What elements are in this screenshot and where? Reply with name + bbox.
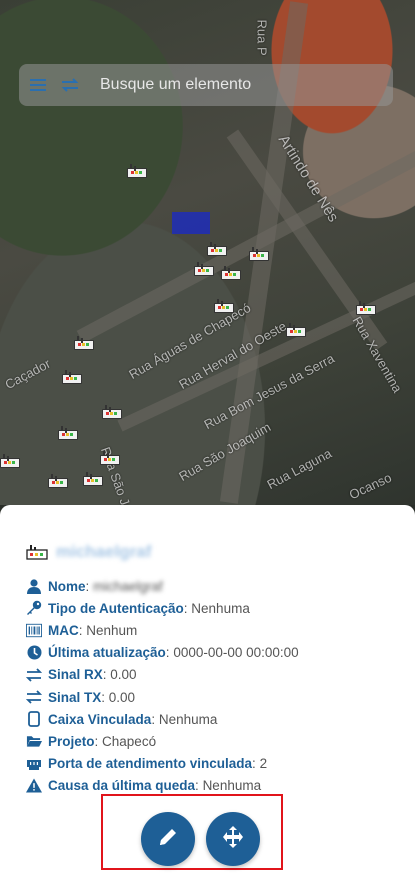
map-marker[interactable]	[356, 301, 376, 315]
detail-row-porta: Porta de atendimento vinculada: 2	[26, 753, 299, 775]
barcode-icon	[26, 622, 42, 638]
map-marker[interactable]	[62, 370, 82, 384]
detail-row-mac: MAC: Nenhum	[26, 619, 299, 641]
key-icon	[26, 600, 42, 616]
element-detail-panel: michaelgraf Nome: michaelgraf Tipo de Au…	[0, 505, 415, 878]
onu-device-icon	[26, 544, 48, 560]
map-marker[interactable]	[58, 426, 78, 440]
street-label: Rua Xaventina	[349, 313, 406, 396]
panel-header: michaelgraf	[26, 542, 151, 562]
map-marker[interactable]	[83, 472, 103, 486]
map-marker[interactable]	[127, 164, 147, 178]
map-marker[interactable]	[102, 405, 122, 419]
map-marker[interactable]	[0, 454, 20, 468]
search-bar	[19, 64, 393, 106]
swap-icon	[26, 689, 42, 705]
street-label: Caçador	[2, 355, 53, 393]
detail-row-sinal-rx: Sinal RX: 0.00	[26, 664, 299, 686]
street-label: Rua P	[254, 19, 270, 56]
detail-row-nome: Nome: michaelgraf	[26, 575, 299, 597]
map-marker[interactable]	[214, 299, 234, 313]
folder-icon	[26, 733, 42, 749]
detail-row-autenticacao: Tipo de Autenticação: Nenhuma	[26, 597, 299, 619]
move-button[interactable]	[206, 812, 260, 866]
swap-icon[interactable]	[60, 75, 80, 95]
swap-icon	[26, 667, 42, 683]
ethernet-icon	[26, 756, 42, 772]
map-marker[interactable]	[100, 451, 120, 465]
detail-row-atualizacao: Última atualização: 0000-00-00 00:00:00	[26, 642, 299, 664]
move-arrows-icon	[221, 825, 245, 854]
clock-icon	[26, 645, 42, 661]
detail-row-projeto: Projeto: Chapecó	[26, 730, 299, 752]
menu-icon[interactable]	[28, 75, 48, 95]
element-title: michaelgraf	[56, 542, 152, 561]
box-icon	[26, 711, 42, 728]
search-input[interactable]	[98, 75, 393, 95]
map-marker[interactable]	[207, 242, 227, 256]
warning-icon	[26, 778, 42, 794]
map-marker[interactable]	[286, 323, 306, 337]
map-marker[interactable]	[221, 266, 241, 280]
map-marker[interactable]	[74, 336, 94, 350]
detail-row-sinal-tx: Sinal TX: 0.00	[26, 686, 299, 708]
pencil-icon	[157, 826, 179, 853]
map-marker[interactable]	[249, 247, 269, 261]
map-marker[interactable]	[194, 262, 214, 276]
element-cluster[interactable]	[172, 212, 210, 234]
street-label: Ocanso	[346, 469, 394, 503]
user-icon	[26, 578, 42, 594]
street-label: Rua Laguna	[264, 445, 335, 493]
detail-list: Nome: michaelgraf Tipo de Autenticação: …	[26, 575, 299, 797]
detail-row-caixa: Caixa Vinculada: Nenhuma	[26, 708, 299, 730]
map-marker[interactable]	[48, 474, 68, 488]
edit-button[interactable]	[141, 812, 195, 866]
